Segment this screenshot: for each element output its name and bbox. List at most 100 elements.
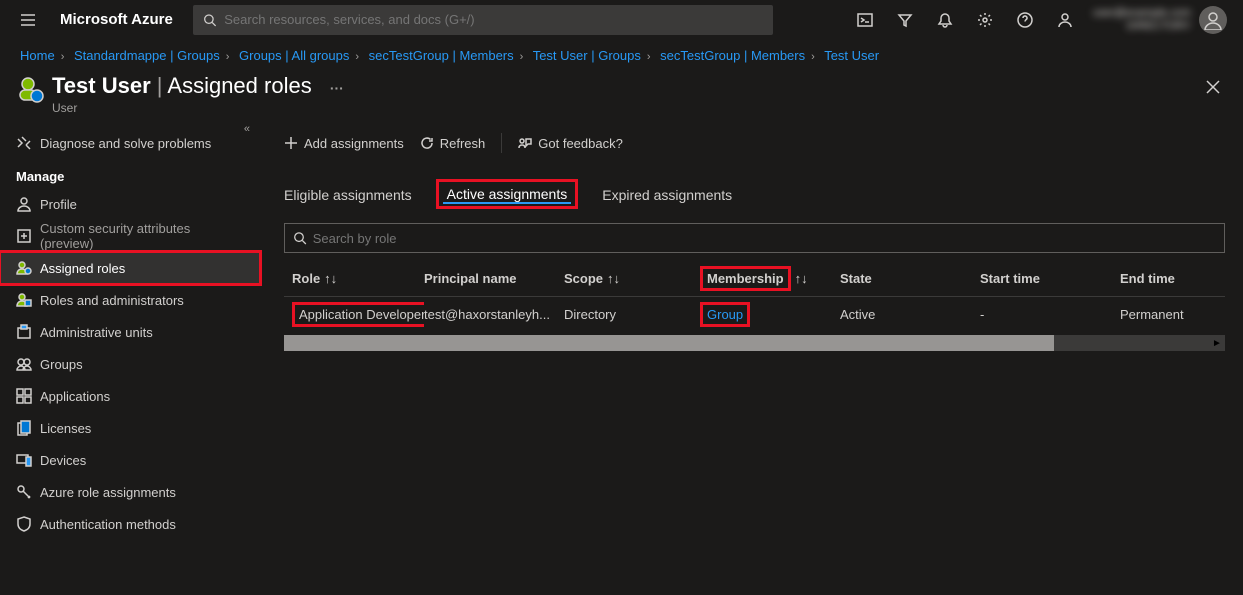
sidebar-item-roles-admins[interactable]: Roles and administrators — [0, 284, 260, 316]
avatar — [1199, 6, 1227, 34]
profile-icon — [16, 196, 32, 212]
account-menu[interactable]: user@example.com DIRECTORY — [1085, 6, 1235, 34]
tab-active[interactable]: Active assignments — [436, 179, 579, 209]
sidebar-item-label: Azure role assignments — [40, 485, 176, 500]
collapse-sidebar-button[interactable]: « — [244, 123, 250, 135]
crumb-0[interactable]: Home — [20, 48, 55, 63]
sidebar-item-assigned-roles[interactable]: Assigned roles — [0, 252, 260, 284]
search-icon — [293, 231, 307, 245]
sidebar-item-profile[interactable]: Profile — [0, 188, 260, 220]
sidebar-item-label: Assigned roles — [40, 261, 125, 276]
sidebar-item-label: Applications — [40, 389, 110, 404]
col-state[interactable]: State — [840, 271, 980, 286]
crumb-3[interactable]: secTestGroup | Members — [369, 48, 514, 63]
crumb-5[interactable]: secTestGroup | Members — [660, 48, 805, 63]
page-title: Test User | Assigned roles ··· — [52, 73, 1227, 99]
tab-eligible[interactable]: Eligible assignments — [284, 187, 412, 209]
filter-icon[interactable] — [885, 0, 925, 40]
diagnose-icon — [16, 135, 32, 151]
role-search[interactable] — [284, 223, 1225, 253]
applications-icon — [16, 388, 32, 404]
sidebar-item-label: Roles and administrators — [40, 293, 184, 308]
breadcrumb: Home› Standardmappe | Groups› Groups | A… — [0, 40, 1243, 73]
user-entity-icon — [16, 75, 44, 103]
cloud-shell-icon[interactable] — [845, 0, 885, 40]
sidebar-item-diagnose[interactable]: Diagnose and solve problems — [0, 127, 260, 159]
feedback-button[interactable]: Got feedback? — [518, 136, 623, 151]
cell-membership: Group — [700, 302, 840, 327]
add-assignments-button[interactable]: Add assignments — [284, 136, 404, 151]
tab-expired[interactable]: Expired assignments — [602, 187, 732, 209]
role-search-input[interactable] — [313, 231, 1216, 246]
key-icon — [16, 484, 32, 500]
scroll-right-icon[interactable]: ► — [1209, 335, 1225, 351]
custom-sec-icon — [16, 228, 32, 244]
groups-icon — [16, 356, 32, 372]
assigned-roles-icon — [16, 260, 32, 276]
notifications-icon[interactable] — [925, 0, 965, 40]
table-row[interactable]: Application Developer test@haxorstanleyh… — [284, 297, 1225, 331]
close-blade-button[interactable] — [1203, 77, 1223, 97]
horizontal-scrollbar[interactable]: ◄ ► — [284, 335, 1225, 351]
shield-icon — [16, 516, 32, 532]
col-start[interactable]: Start time — [980, 271, 1120, 286]
sidebar-item-label: Devices — [40, 453, 86, 468]
admin-units-icon — [16, 324, 32, 340]
add-label: Add assignments — [304, 136, 404, 151]
title-page: Assigned roles — [167, 73, 311, 98]
settings-icon[interactable] — [965, 0, 1005, 40]
cell-role: Application Developer — [284, 302, 424, 327]
account-email: user@example.com — [1093, 7, 1191, 20]
cell-state: Active — [840, 307, 980, 322]
sidebar-item-devices[interactable]: Devices — [0, 444, 260, 476]
search-icon — [203, 13, 216, 27]
sort-icon: ↑↓ — [607, 271, 620, 286]
cell-start: - — [980, 307, 1120, 322]
sidebar-item-groups[interactable]: Groups — [0, 348, 260, 380]
cell-end: Permanent — [1120, 307, 1225, 322]
global-search[interactable] — [193, 5, 773, 35]
sidebar-item-label: Licenses — [40, 421, 91, 436]
cell-principal: test@haxorstanleyh... — [424, 307, 564, 322]
crumb-6[interactable]: Test User — [824, 48, 879, 63]
toolbar-separator — [501, 133, 502, 153]
col-scope[interactable]: Scope↑↓ — [564, 271, 700, 286]
sort-icon: ↑↓ — [795, 271, 808, 286]
feedback-person-icon[interactable] — [1045, 0, 1085, 40]
account-dir: DIRECTORY — [1093, 20, 1191, 33]
sidebar-item-label: Diagnose and solve problems — [40, 136, 211, 151]
refresh-button[interactable]: Refresh — [420, 136, 486, 151]
crumb-2[interactable]: Groups | All groups — [239, 48, 349, 63]
roles-admin-icon — [16, 292, 32, 308]
refresh-label: Refresh — [440, 136, 486, 151]
menu-button[interactable] — [8, 0, 48, 40]
cell-scope: Directory — [564, 307, 700, 322]
title-more-button[interactable]: ··· — [330, 80, 344, 96]
global-search-input[interactable] — [224, 12, 763, 27]
col-end[interactable]: End time — [1120, 271, 1225, 286]
sidebar-item-admin-units[interactable]: Administrative units — [0, 316, 260, 348]
sidebar-item-azure-role-assignments[interactable]: Azure role assignments — [0, 476, 260, 508]
col-principal[interactable]: Principal name — [424, 271, 564, 286]
sidebar-item-label: Profile — [40, 197, 77, 212]
sidebar-item-applications[interactable]: Applications — [0, 380, 260, 412]
sidebar-item-licenses[interactable]: Licenses — [0, 412, 260, 444]
sidebar-item-label: Custom security attributes (preview) — [40, 221, 244, 251]
sidebar-section-manage: Manage — [0, 159, 260, 188]
main-content: Add assignments Refresh Got feedback? El… — [260, 123, 1243, 595]
brand-label: Microsoft Azure — [60, 11, 173, 28]
membership-link[interactable]: Group — [707, 307, 743, 322]
sidebar-item-label: Administrative units — [40, 325, 153, 340]
sidebar-item-custom-security[interactable]: Custom security attributes (preview) — [0, 220, 260, 252]
col-role[interactable]: Role↑↓ — [284, 271, 424, 286]
feedback-label: Got feedback? — [538, 136, 623, 151]
title-entity: Test User — [52, 73, 151, 98]
scrollbar-thumb[interactable] — [284, 335, 1054, 351]
help-icon[interactable] — [1005, 0, 1045, 40]
col-membership[interactable]: Membership↑↓ — [700, 266, 840, 291]
crumb-1[interactable]: Standardmappe | Groups — [74, 48, 220, 63]
crumb-4[interactable]: Test User | Groups — [533, 48, 641, 63]
sort-icon: ↑↓ — [324, 271, 337, 286]
title-subtype: User — [52, 101, 1227, 115]
sidebar-item-auth-methods[interactable]: Authentication methods — [0, 508, 260, 540]
